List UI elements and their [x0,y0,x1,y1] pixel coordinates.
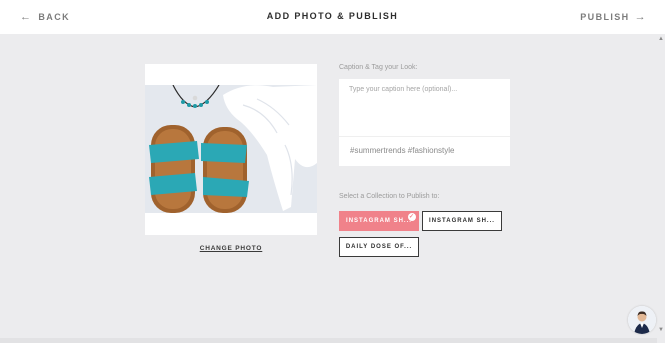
check-icon: ✓ [408,213,416,221]
collection-label-1: INSTAGRAM SH... [346,218,412,224]
collection-label-2: INSTAGRAM SH... [429,218,495,224]
scroll-up-icon[interactable]: ▲ [658,36,664,42]
caption-divider [339,136,510,137]
change-photo-link[interactable]: CHANGE PHOTO [145,245,317,252]
caption-box: #summertrends #fashionstyle [339,79,510,166]
outfit-image [145,85,317,213]
publish-label: PUBLISH [580,12,630,22]
outfit-photo [145,85,317,213]
avatar-image [628,306,656,334]
scroll-down-icon[interactable]: ▼ [658,327,664,333]
caption-label: Caption & Tag your Look: [339,64,418,71]
horizontal-scrollbar[interactable] [0,338,657,343]
publish-button[interactable]: PUBLISH → [580,11,647,23]
collection-label-3: DAILY DOSE OF... [345,244,413,250]
avatar[interactable] [628,306,656,334]
arrow-right-icon: → [634,11,647,23]
collection-button-instagram-2[interactable]: INSTAGRAM SH... [422,211,502,231]
top-bar: ← BACK ADD PHOTO & PUBLISH PUBLISH → [0,0,665,34]
caption-input[interactable] [339,79,510,135]
collection-button-daily-dose[interactable]: DAILY DOSE OF... [339,237,419,257]
collection-label: Select a Collection to Publish to: [339,193,440,200]
scrollbar[interactable] [657,34,665,343]
collection-button-instagram-1[interactable]: INSTAGRAM SH... ✓ [339,211,419,231]
page-title: ADD PHOTO & PUBLISH [266,11,399,21]
hashtag-text[interactable]: #summertrends #fashionstyle [350,146,455,155]
